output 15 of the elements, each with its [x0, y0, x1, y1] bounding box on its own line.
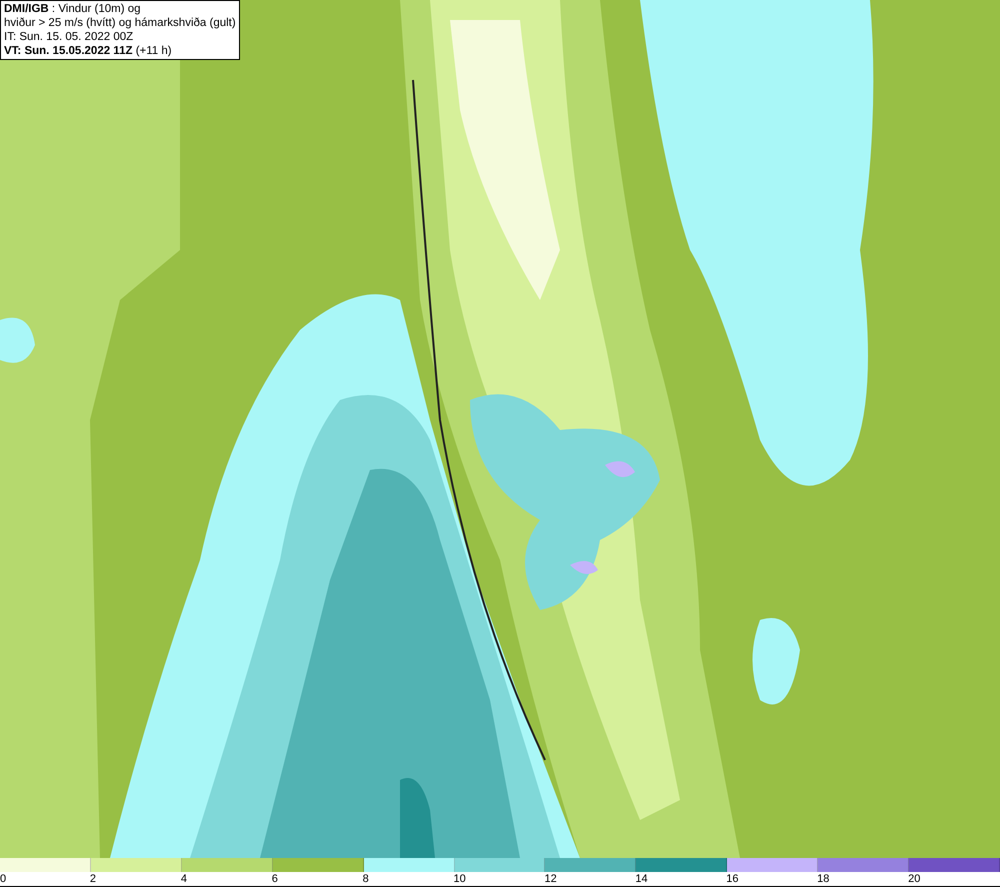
colorbar-label: 16: [726, 872, 739, 886]
info-line: VT: Sun. 15.05.2022 11Z (+11 h): [4, 44, 173, 58]
colorbar-label: 12: [544, 872, 557, 886]
colorbar-label: 4: [180, 872, 187, 886]
info-line: DMI/IGB : Vindur (10m) og: [4, 2, 142, 16]
colorbar-label: 0: [0, 872, 6, 886]
colorbar-label: 18: [817, 872, 830, 886]
colorbar-label: 10: [454, 872, 466, 886]
info-line: hviður > 25 m/s (hvítt) og hámarkshviða (gult): [4, 16, 236, 30]
colorbar-label: 20: [908, 872, 920, 886]
colorbar-label: 6: [272, 872, 278, 886]
colorbar-label: 8: [362, 872, 369, 886]
colorbar-label: 2: [90, 872, 96, 886]
colorbar-label: 14: [635, 872, 648, 886]
info-line: IT: Sun. 15. 05. 2022 00Z: [4, 30, 134, 44]
